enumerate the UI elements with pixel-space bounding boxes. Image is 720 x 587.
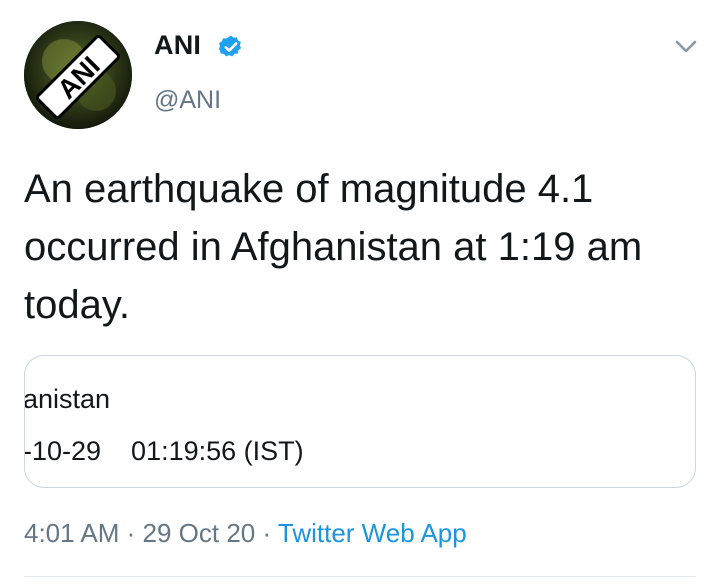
author-handle[interactable]: @ANI: [154, 86, 221, 115]
meta-separator: ·: [255, 518, 278, 548]
ani-logo-icon: ANI: [24, 21, 132, 129]
embedded-card[interactable]: anistan -10-29 01:19:56 (IST): [24, 355, 696, 488]
tweet-meta: 4:01 AM · 29 Oct 20 · Twitter Web App: [24, 518, 467, 549]
card-line-location: anistan: [24, 384, 111, 414]
card-line-datetime: -10-29 01:19:56 (IST): [24, 436, 304, 466]
tweet: ANI ANI @ANI An earthquake of magnitude …: [0, 0, 720, 587]
chevron-down-icon[interactable]: [675, 40, 697, 54]
tweet-text: An earthquake of magnitude 4.1 occurred …: [24, 167, 643, 327]
tweet-source-link[interactable]: Twitter Web App: [278, 518, 467, 548]
avatar[interactable]: ANI: [24, 21, 132, 129]
tweet-time[interactable]: 4:01 AM: [24, 518, 119, 548]
divider: [24, 576, 696, 577]
verified-badge-icon: [218, 35, 241, 57]
author-name[interactable]: ANI: [154, 30, 201, 61]
tweet-date[interactable]: 29 Oct 20: [143, 518, 256, 548]
meta-separator: ·: [119, 518, 143, 548]
